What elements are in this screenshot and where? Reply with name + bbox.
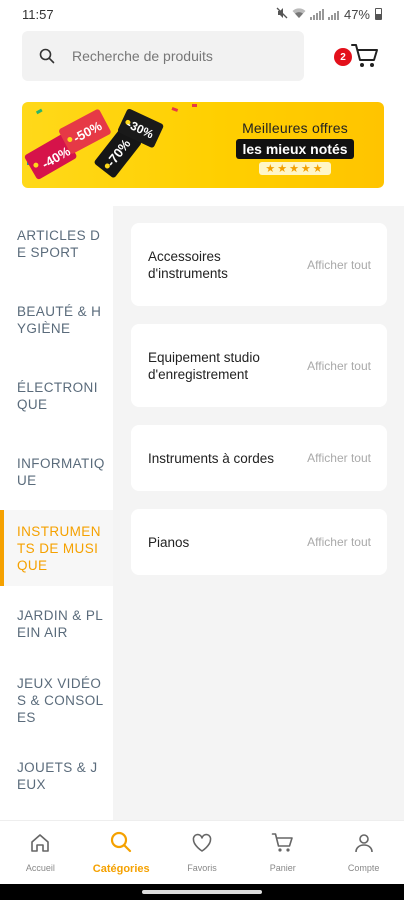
nav-item-favoris[interactable]: Favoris xyxy=(162,821,243,884)
status-icons xyxy=(276,7,339,22)
sidebar-category-label: BEAUTÉ & HYGIÈNE xyxy=(17,304,102,336)
status-indicators: 47% xyxy=(276,7,382,22)
heart-icon xyxy=(191,832,213,859)
search-icon xyxy=(38,47,56,65)
user-icon xyxy=(353,832,375,859)
nav-label: Favoris xyxy=(187,863,217,873)
battery-icon xyxy=(375,8,382,20)
sidebar-category-label: ARTICLES DE SPORT xyxy=(17,228,101,260)
search-icon xyxy=(109,830,133,859)
nav-label: Compte xyxy=(347,863,380,873)
search-input[interactable] xyxy=(72,48,272,64)
status-time: 11:57 xyxy=(22,6,54,22)
sidebar-category-item[interactable]: ARTICLES DE SPORT xyxy=(0,206,113,282)
gesture-navigation-bar[interactable] xyxy=(0,884,404,900)
signal-icon xyxy=(309,8,324,20)
sidebar-category-label: INFORMATIQUE xyxy=(17,456,105,488)
nav-item-panier[interactable]: Panier xyxy=(242,821,323,884)
nav-label: Accueil xyxy=(25,863,55,873)
sidebar-category-item[interactable]: INFORMATIQUE xyxy=(0,434,113,510)
sidebar-category-label: JEUX VIDÉOS & CONSOLES xyxy=(17,675,104,725)
battery-percent: 47% xyxy=(343,6,370,22)
promo-banner[interactable]: -40% -50% -70% -30% Meilleures offres le… xyxy=(22,102,384,188)
subcategory-card[interactable]: Instruments à cordes Afficher tout xyxy=(131,425,387,491)
banner-text: Meilleures offres les mieux notés ★★★★★ xyxy=(224,120,366,177)
sidebar-category-item[interactable]: BEAUTÉ & HYGIÈNE xyxy=(0,282,113,358)
subcategory-name: Equipement studio d'enregistrement xyxy=(148,349,260,382)
home-icon xyxy=(29,832,51,859)
banner-subheadline: les mieux notés xyxy=(236,139,354,159)
signal-icon-2 xyxy=(327,9,339,20)
discount-tags-graphic: -40% -50% -70% -30% xyxy=(24,104,197,180)
mute-icon xyxy=(276,7,288,22)
nav-item-accueil[interactable]: Accueil xyxy=(0,821,81,884)
sidebar-category-item[interactable]: JOUETS & JEUX xyxy=(0,738,113,814)
wifi-icon xyxy=(292,7,306,22)
sidebar-category-label: ÉLECTRONIQUE xyxy=(17,380,98,412)
search-box[interactable] xyxy=(22,31,304,81)
sidebar-category-item[interactable]: INSTRUMENTS DE MUSIQUE xyxy=(0,510,113,586)
banner-headline: Meilleures offres xyxy=(242,120,348,136)
subcategory-card[interactable]: Equipement studio d'enregistrement Affich… xyxy=(131,324,387,407)
show-all-link[interactable]: Afficher tout xyxy=(307,535,371,549)
sidebar-category-label: JARDIN & PLEIN AIR xyxy=(17,608,104,640)
header-cart-button[interactable]: 2 xyxy=(334,40,384,74)
status-bar: 11:57 47% xyxy=(0,0,404,28)
category-sidebar: ARTICLES DE SPORT BEAUTÉ & HYGIÈNE ÉLECTRO… xyxy=(0,206,113,820)
subcategory-card[interactable]: Accessoires d'instruments Afficher tout xyxy=(131,223,387,306)
sidebar-category-label: INSTRUMENTS DE MUSIQUE xyxy=(17,523,101,573)
subcategory-name: Pianos xyxy=(148,534,190,550)
subcategory-panel: Accessoires d'instruments Afficher tout Eq… xyxy=(113,206,404,820)
show-all-link[interactable]: Afficher tout xyxy=(307,451,371,465)
nav-item-categories[interactable]: Catégories xyxy=(81,821,162,884)
bottom-navigation: Accueil Catégories Favoris Panier Compte xyxy=(0,820,404,884)
nav-label: Catégories xyxy=(92,863,150,875)
sidebar-category-item[interactable]: JEUX VIDÉOS & CONSOLES xyxy=(0,662,113,738)
sidebar-category-item[interactable]: ÉLECTRONIQUE xyxy=(0,358,113,434)
sidebar-category-label: JOUETS & JEUX xyxy=(17,760,98,792)
show-all-link[interactable]: Afficher tout xyxy=(307,359,371,373)
subcategory-card[interactable]: Pianos Afficher tout xyxy=(131,509,387,575)
cart-icon xyxy=(350,42,380,75)
nav-item-compte[interactable]: Compte xyxy=(323,821,404,884)
rating-stars-icon: ★★★★★ xyxy=(259,162,331,175)
subcategory-name: Instruments à cordes xyxy=(148,450,275,466)
nav-label: Panier xyxy=(269,863,296,873)
cart-icon xyxy=(271,832,295,859)
sidebar-category-item[interactable]: JARDIN & PLEIN AIR xyxy=(0,586,113,662)
show-all-link[interactable]: Afficher tout xyxy=(307,258,371,272)
subcategory-name: Accessoires d'instruments xyxy=(148,248,228,281)
